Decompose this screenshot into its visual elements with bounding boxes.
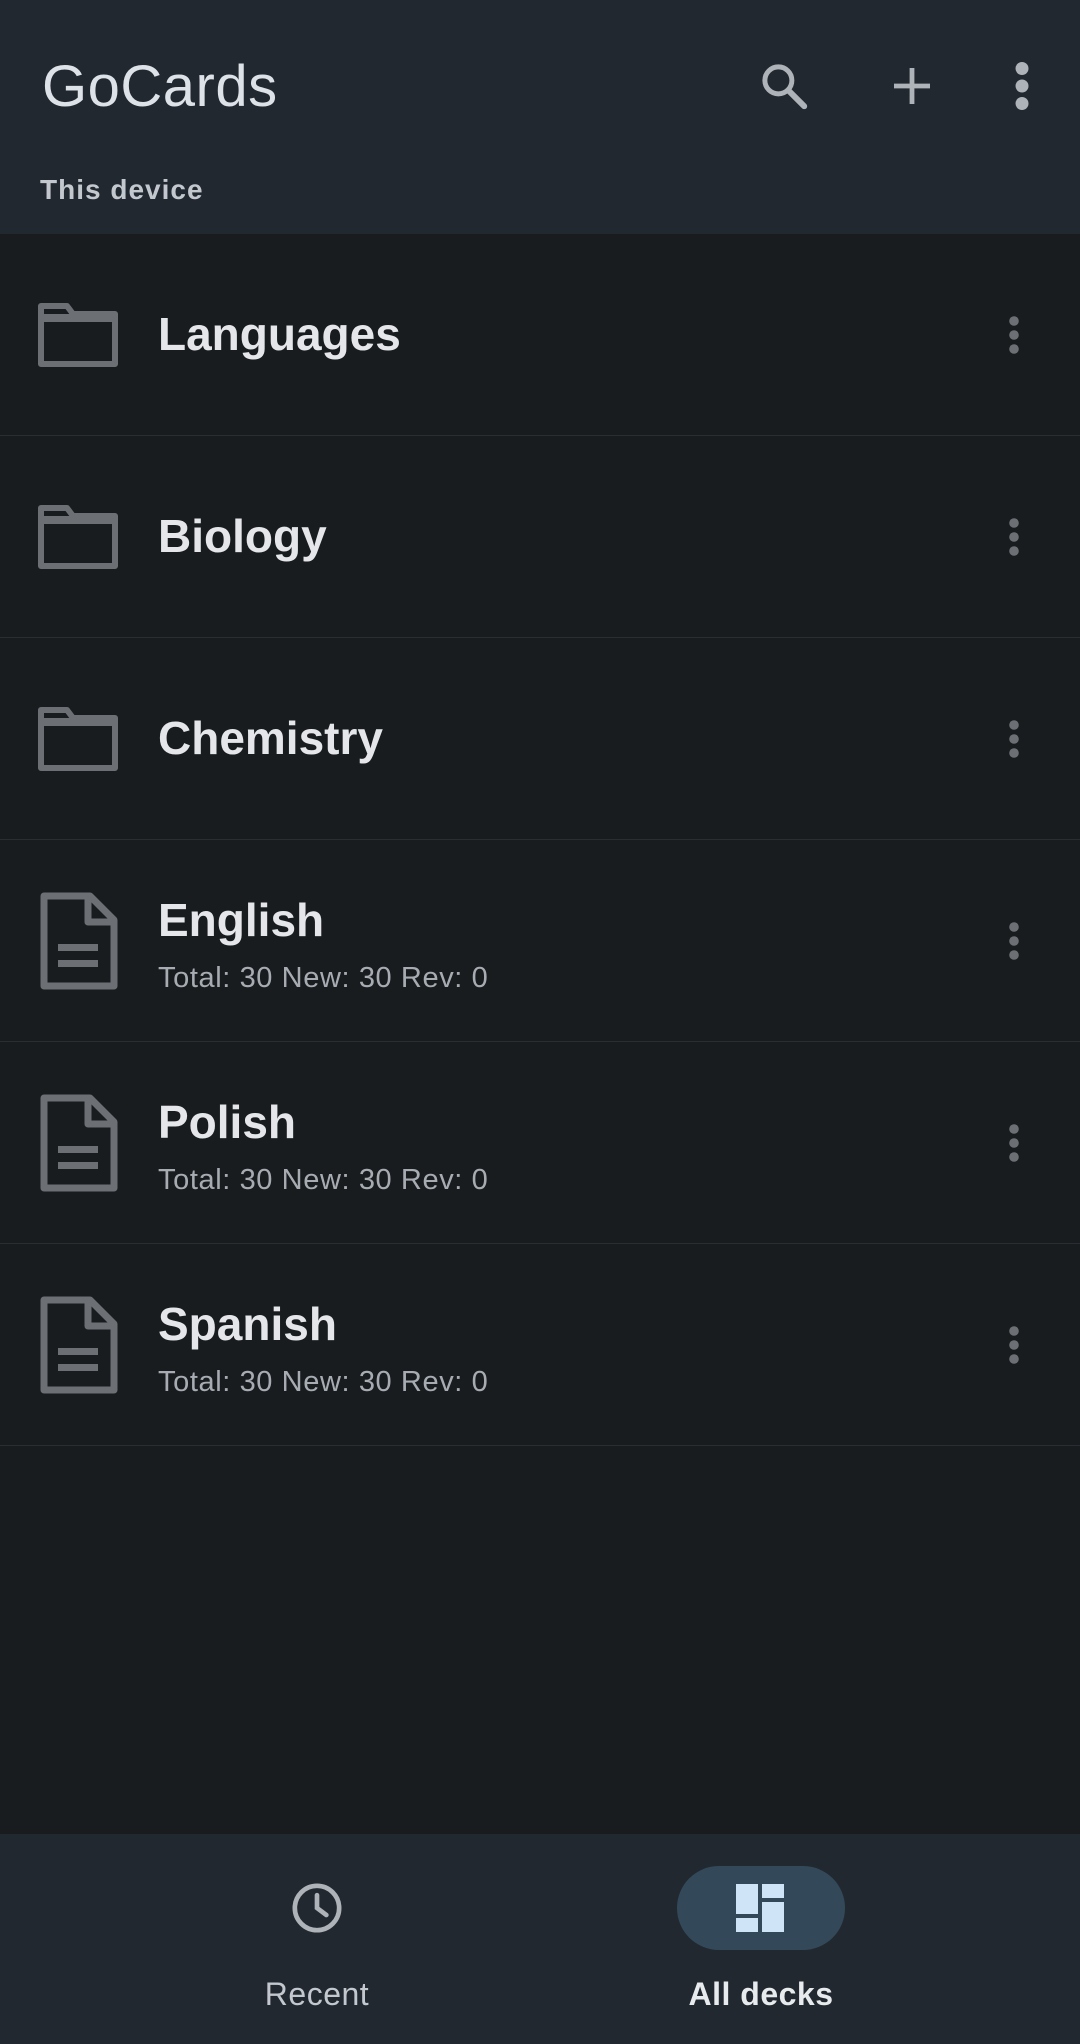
folder-icon [36, 285, 120, 385]
list-item-deck[interactable]: Polish Total: 30 New: 30 Rev: 0 [0, 1042, 1080, 1244]
more-vertical-icon [1009, 315, 1019, 354]
item-more-button[interactable] [978, 299, 1050, 371]
location-label: This device [40, 174, 204, 205]
nav-recent-icon-container [233, 1866, 401, 1950]
item-title: Chemistry [158, 712, 383, 764]
top-app-bar: GoCards This device [0, 0, 1080, 234]
list-item-folder[interactable]: Biology [0, 436, 1080, 638]
clock-icon [292, 1883, 342, 1933]
more-vertical-icon [1009, 1123, 1019, 1162]
bottom-navigation: Recent All decks [0, 1834, 1080, 2044]
item-more-button[interactable] [978, 501, 1050, 573]
document-icon [36, 891, 120, 991]
more-vertical-icon [1009, 719, 1019, 758]
search-button[interactable] [746, 48, 822, 124]
add-button[interactable] [874, 48, 950, 124]
item-title: Polish [158, 1096, 297, 1148]
item-title: English [158, 894, 325, 946]
item-more-button[interactable] [978, 1309, 1050, 1381]
dashboard-icon [736, 1884, 784, 1932]
list-item-folder[interactable]: Chemistry [0, 638, 1080, 840]
item-stats: Total: 30 New: 30 Rev: 0 [158, 962, 489, 994]
more-vertical-icon [1009, 1325, 1019, 1364]
item-title: Spanish [158, 1298, 337, 1350]
item-more-button[interactable] [978, 905, 1050, 977]
folder-icon [36, 689, 120, 789]
folder-icon [36, 487, 120, 587]
item-more-button[interactable] [978, 703, 1050, 775]
more-vertical-icon [1015, 62, 1029, 110]
document-icon [36, 1295, 120, 1395]
nav-all-decks[interactable]: All decks [491, 1834, 1031, 2044]
list-item-folder[interactable]: Languages [0, 234, 1080, 436]
item-title: Languages [158, 308, 401, 360]
overflow-menu-button[interactable] [984, 48, 1060, 124]
document-icon [36, 1093, 120, 1193]
search-icon [762, 64, 808, 110]
list-item-deck[interactable]: Spanish Total: 30 New: 30 Rev: 0 [0, 1244, 1080, 1446]
nav-active-indicator [677, 1866, 845, 1950]
app-title: GoCards [42, 54, 278, 119]
list-item-deck[interactable]: English Total: 30 New: 30 Rev: 0 [0, 840, 1080, 1042]
more-vertical-icon [1009, 921, 1019, 960]
nav-all-decks-label: All decks [688, 1976, 834, 2012]
item-stats: Total: 30 New: 30 Rev: 0 [158, 1164, 489, 1196]
item-stats: Total: 30 New: 30 Rev: 0 [158, 1366, 489, 1398]
more-vertical-icon [1009, 517, 1019, 556]
item-title: Biology [158, 510, 327, 562]
item-more-button[interactable] [978, 1107, 1050, 1179]
plus-icon [894, 68, 930, 104]
deck-list: Languages Biology Chemistry English Tota… [0, 234, 1080, 1446]
